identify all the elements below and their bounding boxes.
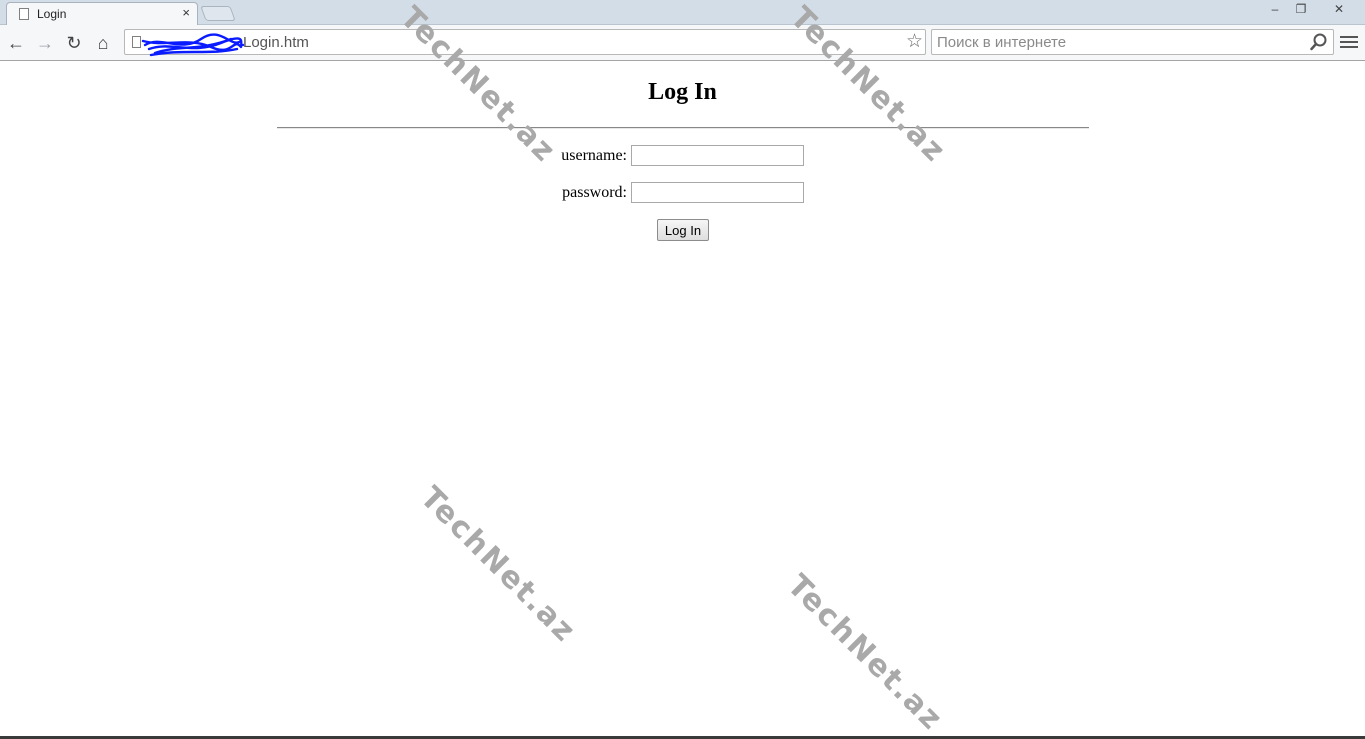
bookmark-star-icon[interactable]: ☆ xyxy=(906,31,923,53)
password-label: password: xyxy=(562,184,627,201)
page-title: Log In xyxy=(648,79,717,105)
home-button[interactable]: ⌂ xyxy=(93,33,113,53)
redaction-scribble xyxy=(141,33,245,57)
browser-toolbar: ← → ↻ ⌂ Login.htm ☆ xyxy=(0,25,1365,61)
username-field[interactable] xyxy=(631,145,804,166)
tab-title: Login xyxy=(37,7,67,21)
page-icon xyxy=(19,8,29,20)
search-input[interactable] xyxy=(937,33,1297,51)
tab-close-icon[interactable]: × xyxy=(182,6,190,20)
search-icon[interactable] xyxy=(1310,33,1328,51)
menu-icon[interactable] xyxy=(1340,33,1358,51)
new-tab-button[interactable] xyxy=(200,6,236,21)
forward-button[interactable]: → xyxy=(35,33,55,53)
browser-tab[interactable]: Login × xyxy=(6,2,198,26)
divider xyxy=(277,127,1089,129)
minimize-button[interactable]: ‒ xyxy=(1262,1,1288,17)
page-icon xyxy=(132,36,141,48)
maximize-button[interactable]: ❐ xyxy=(1288,1,1314,17)
login-button[interactable]: Log In xyxy=(657,219,709,241)
url-text: Login.htm xyxy=(243,34,309,51)
search-box[interactable] xyxy=(931,29,1334,55)
page-content: Log In username: password: Log In xyxy=(0,61,1365,739)
password-field[interactable] xyxy=(631,182,804,203)
reload-button[interactable]: ↻ xyxy=(64,33,84,53)
browser-titlebar: Login × ‒ ❐ ✕ xyxy=(0,0,1365,26)
close-window-button[interactable]: ✕ xyxy=(1326,1,1352,17)
back-button[interactable]: ← xyxy=(6,33,26,53)
